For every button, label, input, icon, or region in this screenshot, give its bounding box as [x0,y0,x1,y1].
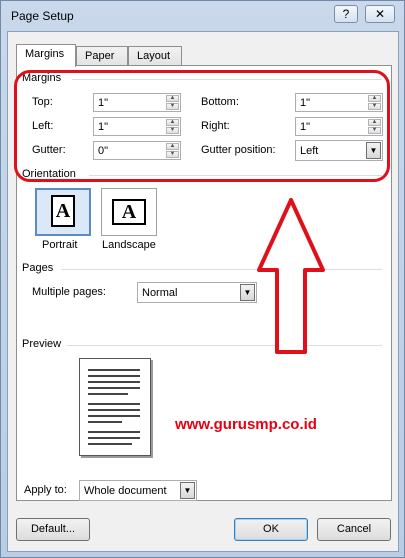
help-button[interactable]: ? [334,5,358,23]
spin-down-icon[interactable]: ▼ [166,151,179,158]
chevron-down-icon[interactable]: ▼ [240,284,255,301]
tab-layout[interactable]: Layout [128,46,182,66]
bottom-spinner[interactable]: 1" ▲ ▼ [295,93,383,112]
pages-section-label: Pages [22,262,54,274]
landscape-icon: A [112,199,146,225]
page-setup-dialog: Page Setup ? ✕ Margins Paper Layout Marg… [0,0,405,558]
preview-line [88,381,140,383]
preview-line [88,387,140,389]
apply-to-label: Apply to: [24,484,67,496]
spin-up-icon[interactable]: ▲ [166,95,179,102]
preview-line [88,443,132,445]
top-value: 1" [98,97,109,109]
portrait-label: Portrait [42,239,78,251]
multiple-pages-value: Normal [142,287,178,299]
tab-paper[interactable]: Paper [76,46,128,66]
preview-line [88,369,140,371]
preview-line [88,393,128,395]
left-spinner[interactable]: 1" ▲ ▼ [93,117,181,136]
margins-section-label: Margins [22,72,62,84]
top-label: Top: [32,96,53,108]
spin-up-icon[interactable]: ▲ [368,119,381,126]
close-button[interactable]: ✕ [365,5,395,23]
spin-down-icon[interactable]: ▼ [166,103,179,110]
preview-section-label: Preview [22,338,62,350]
bottom-value: 1" [300,97,311,109]
preview-line [88,421,122,423]
right-value: 1" [300,121,311,133]
spin-up-icon[interactable]: ▲ [166,119,179,126]
pages-divider [61,269,382,270]
margins-panel: Margins Top: 1" ▲ ▼ Bottom: 1" ▲ ▼ Left: 1… [16,65,392,501]
bottom-label: Bottom: [201,96,239,108]
spin-down-icon[interactable]: ▼ [368,127,381,134]
preview-line [88,375,140,377]
multiple-pages-label: Multiple pages: [32,286,106,298]
gutter-spinner[interactable]: 0" ▲ ▼ [93,141,181,160]
gutter-position-value: Left [300,145,319,157]
portrait-button[interactable]: A [35,188,91,236]
preview-line [88,431,140,433]
chevron-down-icon[interactable]: ▼ [366,142,381,159]
tab-margins[interactable]: Margins [16,44,76,67]
gutter-position-select[interactable]: Left ▼ [295,140,383,161]
preview-line [88,403,140,405]
preview-line [88,437,140,439]
gutter-label: Gutter: [32,144,66,156]
landscape-button[interactable]: A [101,188,157,236]
ok-button[interactable]: OK [234,518,308,541]
spin-up-icon[interactable]: ▲ [368,95,381,102]
spin-down-icon[interactable]: ▼ [166,127,179,134]
left-value: 1" [98,121,109,133]
apply-to-select[interactable]: Whole document ▼ [79,480,197,501]
preview-divider [67,345,382,346]
apply-to-value: Whole document [84,485,167,497]
spin-down-icon[interactable]: ▼ [368,103,381,110]
page-preview [79,358,151,456]
orientation-section-label: Orientation [22,168,76,180]
margins-divider [72,79,382,80]
title-bar[interactable]: Page Setup ? ✕ [1,1,404,31]
chevron-down-icon[interactable]: ▼ [180,482,195,499]
preview-line [88,415,140,417]
right-label: Right: [201,120,230,132]
dialog-title: Page Setup [11,9,74,23]
right-spinner[interactable]: 1" ▲ ▼ [295,117,383,136]
watermark-text: www.gurusmp.co.id [175,416,317,433]
portrait-icon: A [51,195,75,227]
top-spinner[interactable]: 1" ▲ ▼ [93,93,181,112]
left-label: Left: [32,120,54,132]
gutter-position-label: Gutter position: [201,144,276,156]
spin-up-icon[interactable]: ▲ [166,143,179,150]
dialog-body: Margins Paper Layout Margins Top: 1" ▲ ▼ … [7,31,399,552]
cancel-button[interactable]: Cancel [317,518,391,541]
preview-line [88,409,140,411]
gutter-value: 0" [98,145,109,157]
default-button[interactable]: Default... [16,518,90,541]
landscape-label: Landscape [102,239,156,251]
orientation-divider [89,175,382,176]
multiple-pages-select[interactable]: Normal ▼ [137,282,257,303]
